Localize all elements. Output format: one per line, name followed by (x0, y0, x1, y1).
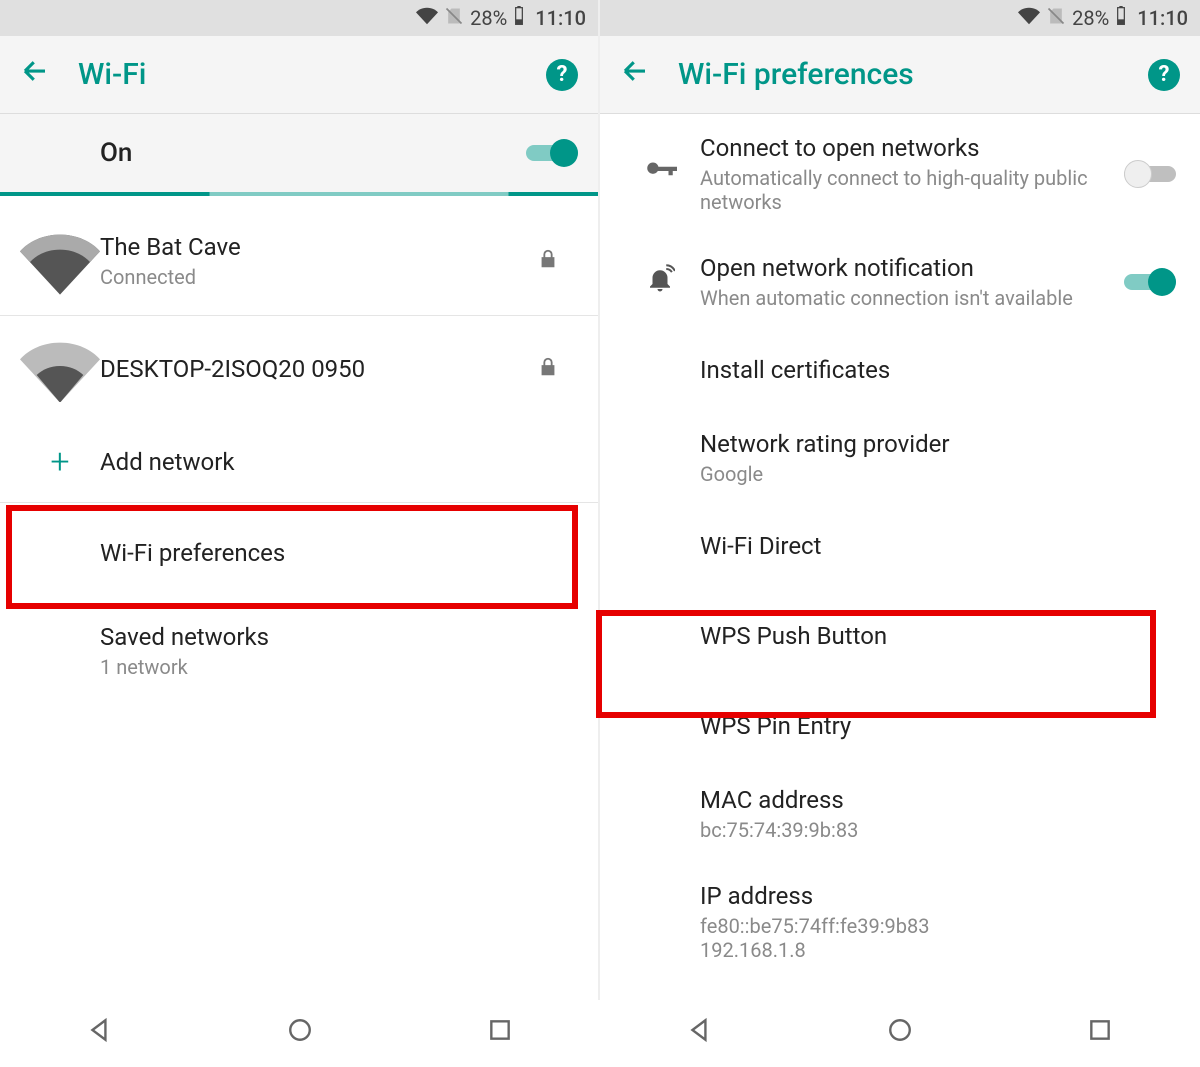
toggle-label: On (100, 138, 526, 168)
mac-address-row: MAC address bc:75:74:39:9b:83 (600, 766, 1200, 862)
wifi-signal-icon (20, 228, 100, 295)
wps-pin-entry-row[interactable]: WPS Pin Entry (600, 686, 1200, 766)
pref-subtitle: Google (700, 462, 1180, 486)
help-button[interactable]: ? (546, 59, 578, 91)
ip-address-value: fe80::be75:74ff:fe39:9b83 192.168.1.8 (700, 914, 1180, 962)
nav-recents-button[interactable] (1087, 1017, 1113, 1050)
sim-off-icon (444, 6, 464, 31)
android-nav-bar (600, 1000, 1200, 1067)
wifi-status-icon (416, 5, 438, 32)
plus-icon: + (50, 442, 69, 482)
pref-title: WPS Push Button (700, 622, 1180, 650)
ip-address-row: IP address fe80::be75:74ff:fe39:9b83 192… (600, 862, 1200, 966)
lock-icon (518, 356, 578, 382)
android-nav-bar (0, 1000, 600, 1067)
sim-off-icon (1046, 6, 1066, 31)
install-certificates-row[interactable]: Install certificates (600, 330, 1200, 410)
network-row[interactable]: The Bat Cave Connected (0, 196, 598, 315)
clock: 11:10 (535, 6, 586, 30)
app-bar: Wi-Fi preferences ? (600, 36, 1200, 114)
battery-icon (513, 6, 525, 31)
nav-back-button[interactable] (687, 1017, 713, 1050)
saved-networks-row[interactable]: Saved networks 1 network (0, 603, 598, 699)
battery-icon (1115, 6, 1127, 31)
nav-home-button[interactable] (287, 1017, 313, 1050)
add-network-label: Add network (100, 448, 578, 476)
page-title: Wi-Fi preferences (678, 57, 1120, 92)
pref-title: Network rating provider (700, 430, 1180, 458)
help-button[interactable]: ? (1148, 59, 1180, 91)
lock-icon (518, 248, 578, 274)
battery-percent: 28% (1072, 6, 1109, 30)
wifi-status-icon (1018, 5, 1040, 32)
battery-percent: 28% (470, 6, 507, 30)
page-title: Wi-Fi (78, 57, 518, 92)
pref-title: Wi-Fi Direct (700, 532, 1180, 560)
wifi-list: The Bat Cave Connected DESKTOP-2ISOQ20 0… (0, 196, 598, 1000)
bell-wifi-icon (620, 264, 700, 301)
nav-home-button[interactable] (887, 1017, 913, 1050)
network-status: Connected (100, 265, 518, 289)
pref-title: IP address (700, 882, 1180, 910)
pref-subtitle: Automatically connect to high-quality pu… (700, 166, 1120, 214)
status-bar: 28% 11:10 (600, 0, 1200, 36)
network-row[interactable]: DESKTOP-2ISOQ20 0950 (0, 316, 598, 423)
open-notif-toggle[interactable] (1124, 268, 1176, 296)
pref-title: WPS Pin Entry (700, 712, 1180, 740)
app-bar: Wi-Fi ? (0, 36, 598, 114)
mac-address-value: bc:75:74:39:9b:83 (700, 818, 1180, 842)
connect-open-toggle[interactable] (1124, 160, 1176, 188)
saved-networks-count: 1 network (100, 655, 578, 679)
nav-back-button[interactable] (87, 1017, 113, 1050)
open-network-notification-row[interactable]: Open network notification When automatic… (600, 234, 1200, 330)
wps-push-button-row[interactable]: WPS Push Button (600, 586, 1200, 686)
status-bar: 28% 11:10 (0, 0, 598, 36)
saved-networks-label: Saved networks (100, 623, 578, 651)
back-button[interactable] (620, 56, 650, 94)
wifi-preferences-label: Wi-Fi preferences (100, 539, 578, 567)
connect-open-networks-row[interactable]: Connect to open networks Automatically c… (600, 114, 1200, 234)
wifi-direct-row[interactable]: Wi-Fi Direct (600, 506, 1200, 586)
key-icon (620, 154, 700, 195)
pref-title: Open network notification (700, 254, 1120, 282)
wifi-toggle[interactable] (526, 139, 578, 167)
wifi-master-toggle-row[interactable]: On (0, 114, 598, 192)
nav-recents-button[interactable] (487, 1017, 513, 1050)
phone-wifi-preferences: 28% 11:10 Wi-Fi preferences ? Connect to… (600, 0, 1200, 1000)
network-ssid: DESKTOP-2ISOQ20 0950 (100, 355, 518, 383)
phone-wifi-settings: 28% 11:10 Wi-Fi ? On The Bat Cave Connec… (0, 0, 600, 1000)
add-network-row[interactable]: + Add network (0, 422, 598, 502)
wifi-signal-icon (20, 336, 100, 403)
back-button[interactable] (20, 56, 50, 94)
network-ssid: The Bat Cave (100, 233, 518, 261)
wifi-preferences-row[interactable]: Wi-Fi preferences (0, 503, 598, 603)
pref-subtitle: When automatic connection isn't availabl… (700, 286, 1120, 310)
pref-title: Install certificates (700, 356, 1180, 384)
pref-title: Connect to open networks (700, 134, 1120, 162)
pref-title: MAC address (700, 786, 1180, 814)
prefs-list: Connect to open networks Automatically c… (600, 114, 1200, 1000)
network-rating-provider-row[interactable]: Network rating provider Google (600, 410, 1200, 506)
clock: 11:10 (1137, 6, 1188, 30)
